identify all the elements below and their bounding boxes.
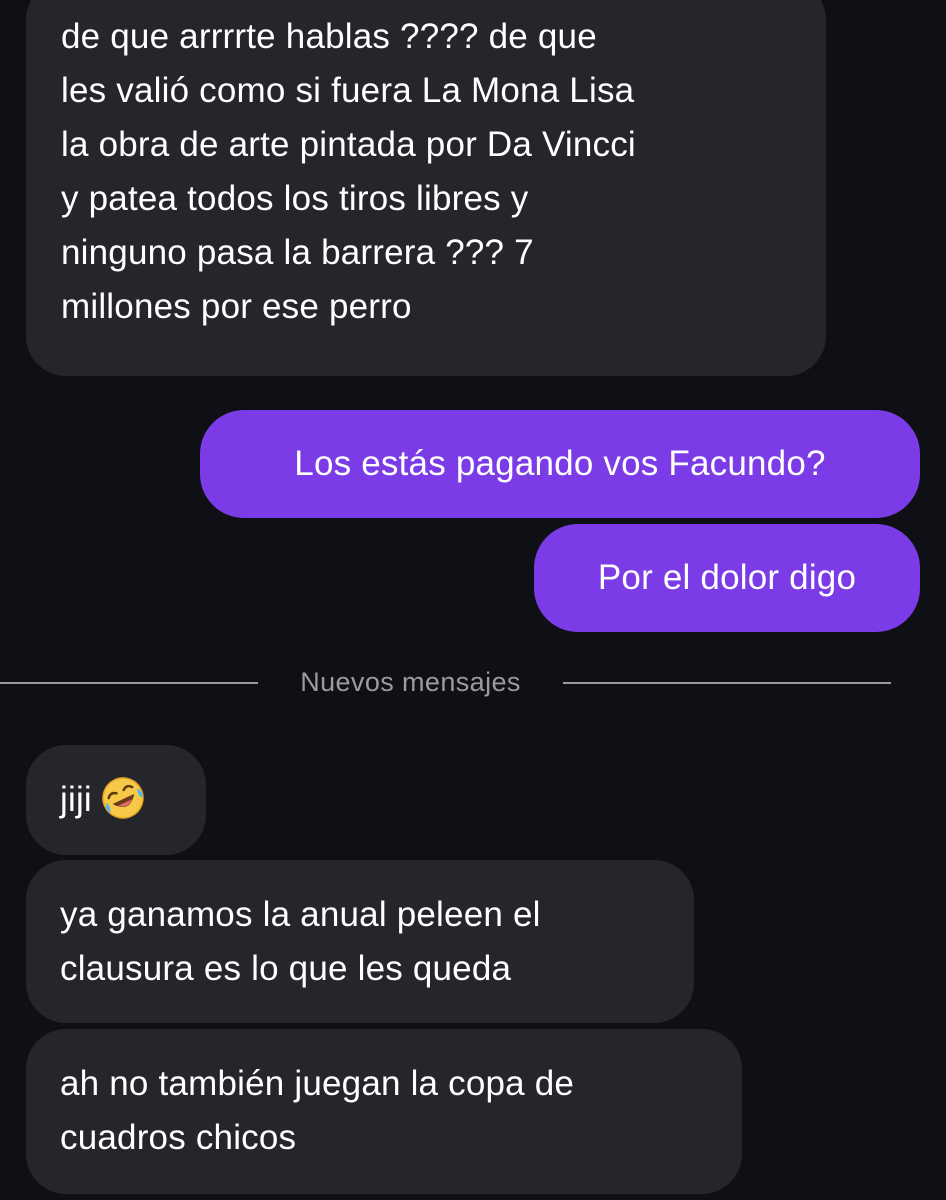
outgoing-message-bubble[interactable]: Los estás pagando vos Facundo? [200, 410, 920, 518]
message-text: ya ganamos la anual peleen el clausura e… [60, 895, 541, 988]
incoming-message-bubble[interactable]: jiji [26, 745, 206, 855]
divider-line-left [0, 682, 258, 684]
message-text: de que arrrrte hablas ???? de que les va… [61, 17, 636, 326]
new-messages-label: Nuevos mensajes [300, 667, 521, 697]
incoming-message-bubble[interactable]: de que arrrrte hablas ???? de que les va… [26, 0, 826, 376]
message-text: Los estás pagando vos Facundo? [294, 444, 826, 483]
divider-line-right [563, 682, 891, 684]
message-text: Por el dolor digo [597, 558, 857, 597]
incoming-message-bubble[interactable]: ya ganamos la anual peleen el clausura e… [26, 860, 694, 1023]
outgoing-message-bubble[interactable]: Por el dolor digo [534, 524, 920, 632]
new-messages-divider: Nuevos mensajes [0, 660, 946, 704]
chat-thread: de que arrrrte hablas ???? de que les va… [0, 0, 946, 1200]
message-text: ah no también juegan la copa de cuadros … [60, 1064, 575, 1157]
message-text: jiji [60, 780, 92, 819]
incoming-message-bubble[interactable]: ah no también juegan la copa de cuadros … [26, 1029, 742, 1194]
rolling-laughing-emoji-icon [100, 775, 146, 821]
